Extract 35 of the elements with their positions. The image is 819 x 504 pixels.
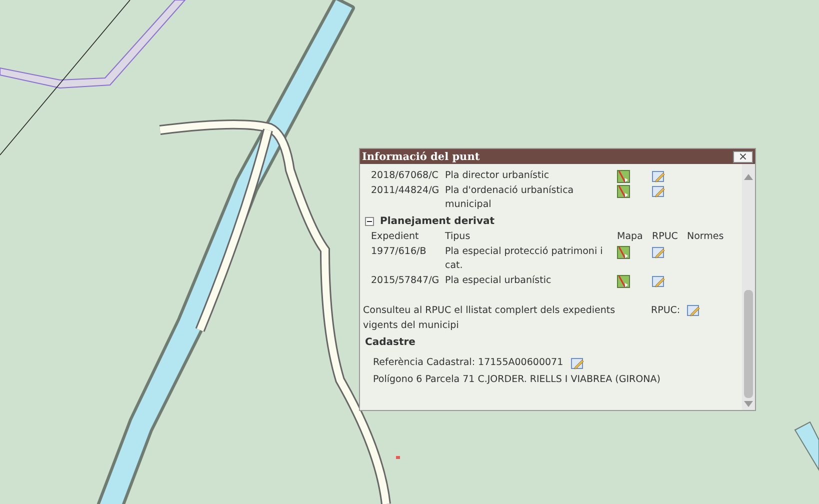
plan-type: Pla especial protecció patrimoni i cat. — [445, 245, 604, 273]
column-header: Mapa — [617, 230, 644, 244]
document-edit-icon[interactable] — [652, 246, 665, 259]
close-button[interactable]: × — [733, 150, 753, 162]
document-edit-icon[interactable] — [687, 304, 700, 317]
plan-type: Pla d'ordenació urbanística municipal — [445, 184, 575, 212]
plan-type: Pla especial urbanístic — [445, 274, 552, 288]
section-heading: Cadastre — [365, 337, 416, 348]
column-header: Expedient — [371, 230, 420, 244]
map-icon[interactable] — [617, 170, 630, 183]
note-text: Consulteu al RPUC el llistat complert dels expedients vigents del municipi — [363, 304, 616, 333]
scrollbar[interactable] — [742, 164, 755, 410]
expedient-number: 2011/44824/G — [371, 184, 440, 198]
map-icon[interactable] — [617, 246, 630, 259]
popup-title: Informació del punt — [362, 150, 480, 162]
rpuc-label: RPUC: — [651, 304, 682, 318]
plan-type: Pla director urbanístic — [445, 169, 550, 183]
document-edit-icon[interactable] — [571, 356, 584, 370]
collapse-icon[interactable] — [365, 217, 374, 226]
document-edit-icon[interactable] — [652, 275, 665, 288]
expedient-number: 2015/57847/G — [371, 274, 440, 288]
expedient-number: 1977/616/B — [371, 245, 428, 259]
document-edit-icon[interactable] — [652, 185, 665, 198]
map-icon[interactable] — [617, 275, 630, 288]
column-header: Tipus — [445, 230, 472, 244]
column-header: RPUC — [652, 230, 679, 244]
document-edit-icon[interactable] — [652, 170, 665, 183]
section-heading: Planejament derivat — [380, 216, 495, 227]
scroll-up-icon[interactable] — [744, 174, 753, 180]
scroll-down-icon[interactable] — [744, 401, 753, 407]
cadastral-reference: Referència Cadastral: 17155A00600071 — [373, 356, 564, 370]
expedient-number: 2018/67068/C — [371, 169, 440, 183]
parcel-address: Polígono 6 Parcela 71 C.JORDER. RIELLS I VIABREA (GIRONA) — [373, 373, 660, 387]
column-header: Normes — [687, 230, 725, 244]
map-icon[interactable] — [617, 185, 630, 198]
